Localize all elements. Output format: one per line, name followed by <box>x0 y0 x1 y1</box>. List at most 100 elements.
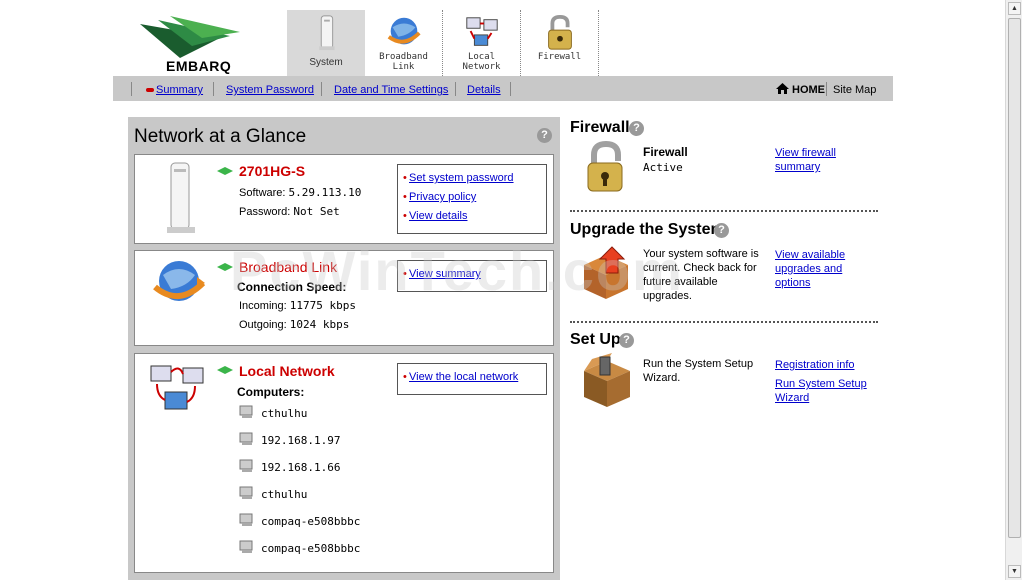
connection-speed-label: Connection Speed: <box>237 280 347 294</box>
help-icon[interactable]: ? <box>629 121 644 136</box>
software-value: 5.29.113.10 <box>288 186 362 199</box>
separator <box>510 82 511 96</box>
set-system-password-link[interactable]: Set system password <box>403 169 541 188</box>
run-setup-wizard-link[interactable]: Run System Setup Wizard <box>775 377 875 405</box>
sub-navigation: Summary System Password Date and Time Se… <box>113 76 893 101</box>
scroll-thumb[interactable] <box>1008 18 1021 538</box>
software-label: Software: <box>239 187 286 199</box>
computer-item[interactable]: compaq-e508bbbc <box>261 515 360 528</box>
outgoing-label: Outgoing: <box>239 319 287 331</box>
separator <box>455 82 456 96</box>
separator <box>131 82 132 96</box>
computers-label: Computers: <box>237 385 305 399</box>
local-network-title: Local Network <box>239 363 335 379</box>
incoming-label: Incoming: <box>239 300 287 312</box>
current-page-marker <box>146 88 154 92</box>
computer-item[interactable]: cthulhu <box>261 407 307 420</box>
computers-icon <box>150 365 204 410</box>
computer-icon <box>239 486 253 499</box>
network-at-a-glance-panel: Network at a Glance ? 2701HG-S Software:… <box>128 117 560 580</box>
help-icon[interactable]: ? <box>537 128 552 143</box>
site-map-link[interactable]: Site Map <box>833 84 876 96</box>
upgrade-heading: Upgrade the System <box>570 221 725 238</box>
computer-icon <box>239 540 253 553</box>
view-summary-link[interactable]: View summary <box>403 265 541 284</box>
green-arrow-icon <box>217 263 233 271</box>
outgoing-row: Outgoing: 1024 kbps <box>239 318 349 331</box>
upgrade-box-icon <box>584 246 628 299</box>
view-firewall-summary-link[interactable]: View firewall summary <box>775 146 855 174</box>
password-row: Password: Not Set <box>239 205 340 218</box>
computers-icon <box>465 17 498 46</box>
software-row: Software: 5.29.113.10 <box>239 186 361 199</box>
subnav-summary-link[interactable]: Summary <box>156 84 203 96</box>
view-upgrades-link[interactable]: View available upgrades and options <box>775 248 865 290</box>
vertical-scrollbar[interactable]: ▲ ▼ <box>1005 0 1022 580</box>
tab-local-network[interactable]: Local Network <box>443 10 521 76</box>
tab-firewall[interactable]: Firewall <box>521 10 599 76</box>
tab-firewall-label: Firewall <box>537 52 582 62</box>
padlock-icon <box>547 14 572 50</box>
subnav-system-password-link[interactable]: System Password <box>226 84 314 96</box>
outgoing-value: 1024 kbps <box>289 318 350 331</box>
panel-title: Network at a Glance <box>134 126 307 147</box>
scroll-up-icon[interactable]: ▲ <box>1008 2 1021 15</box>
tab-broadband-link[interactable]: Broadband Link <box>365 10 443 76</box>
computer-item[interactable]: 192.168.1.97 <box>261 434 340 447</box>
local-network-box: Local Network Computers: cthulhu 192.168… <box>134 353 554 573</box>
help-icon[interactable]: ? <box>714 223 729 238</box>
subnav-date-time-link[interactable]: Date and Time Settings <box>334 84 448 96</box>
help-icon[interactable]: ? <box>619 333 634 348</box>
setup-box-icon <box>584 353 630 407</box>
separator <box>826 82 827 96</box>
incoming-row: Incoming: 11775 kbps <box>239 299 356 312</box>
computer-icon <box>239 432 253 445</box>
computer-item[interactable]: cthulhu <box>261 488 307 501</box>
incoming-value: 11775 kbps <box>289 299 356 312</box>
computer-icon <box>239 459 253 472</box>
device-name: 2701HG-S <box>239 163 306 179</box>
subnav-details-link[interactable]: Details <box>467 84 501 96</box>
firewall-label: Firewall <box>643 145 688 159</box>
device-links: Set system password Privacy policy View … <box>397 164 547 234</box>
separator <box>213 82 214 96</box>
modem-icon <box>167 162 195 233</box>
globe-icon <box>387 17 421 45</box>
home-icon[interactable] <box>776 83 789 94</box>
computer-item[interactable]: compaq-e508bbbc <box>261 542 360 555</box>
privacy-policy-link[interactable]: Privacy policy <box>403 188 541 207</box>
page: EMBARQ System Broadband Link Local Netwo… <box>0 0 1022 580</box>
home-link[interactable]: HOME <box>792 84 825 96</box>
setup-heading: Set Up <box>570 331 621 348</box>
computer-item[interactable]: 192.168.1.66 <box>261 461 340 474</box>
separator <box>321 82 322 96</box>
tab-system-label: System <box>309 57 343 68</box>
broadband-title: Broadband Link <box>239 259 338 275</box>
password-value: Not Set <box>293 205 340 218</box>
divider <box>570 210 878 212</box>
local-network-links: View the local network <box>397 363 547 395</box>
view-local-network-link[interactable]: View the local network <box>403 368 541 387</box>
firewall-status: Active <box>643 161 683 174</box>
modem-icon <box>319 15 335 51</box>
registration-info-link[interactable]: Registration info <box>775 358 865 372</box>
green-arrow-icon <box>217 366 233 374</box>
divider <box>570 321 878 323</box>
password-label: Password: <box>239 206 291 218</box>
tab-system[interactable]: System <box>287 10 365 76</box>
setup-text: Run the System Setup Wizard. <box>643 358 754 384</box>
globe-icon <box>153 261 206 301</box>
main-tabs: System Broadband Link Local Network Fire… <box>287 10 599 76</box>
computer-icon <box>239 513 253 526</box>
scroll-down-icon[interactable]: ▼ <box>1008 565 1021 578</box>
green-arrow-icon <box>217 167 233 175</box>
device-box: 2701HG-S Software: 5.29.113.10 Password:… <box>134 154 554 244</box>
brand-name: EMBARQ <box>166 58 232 74</box>
upgrade-text: Your system software is current. Check b… <box>643 248 759 302</box>
view-details-link[interactable]: View details <box>403 207 541 226</box>
tab-local-network-label: Local Network <box>462 52 501 72</box>
padlock-icon <box>587 141 623 192</box>
broadband-links: View summary <box>397 260 547 292</box>
firewall-heading: Firewall <box>570 119 630 136</box>
tab-broadband-label: Broadband Link <box>379 52 428 72</box>
